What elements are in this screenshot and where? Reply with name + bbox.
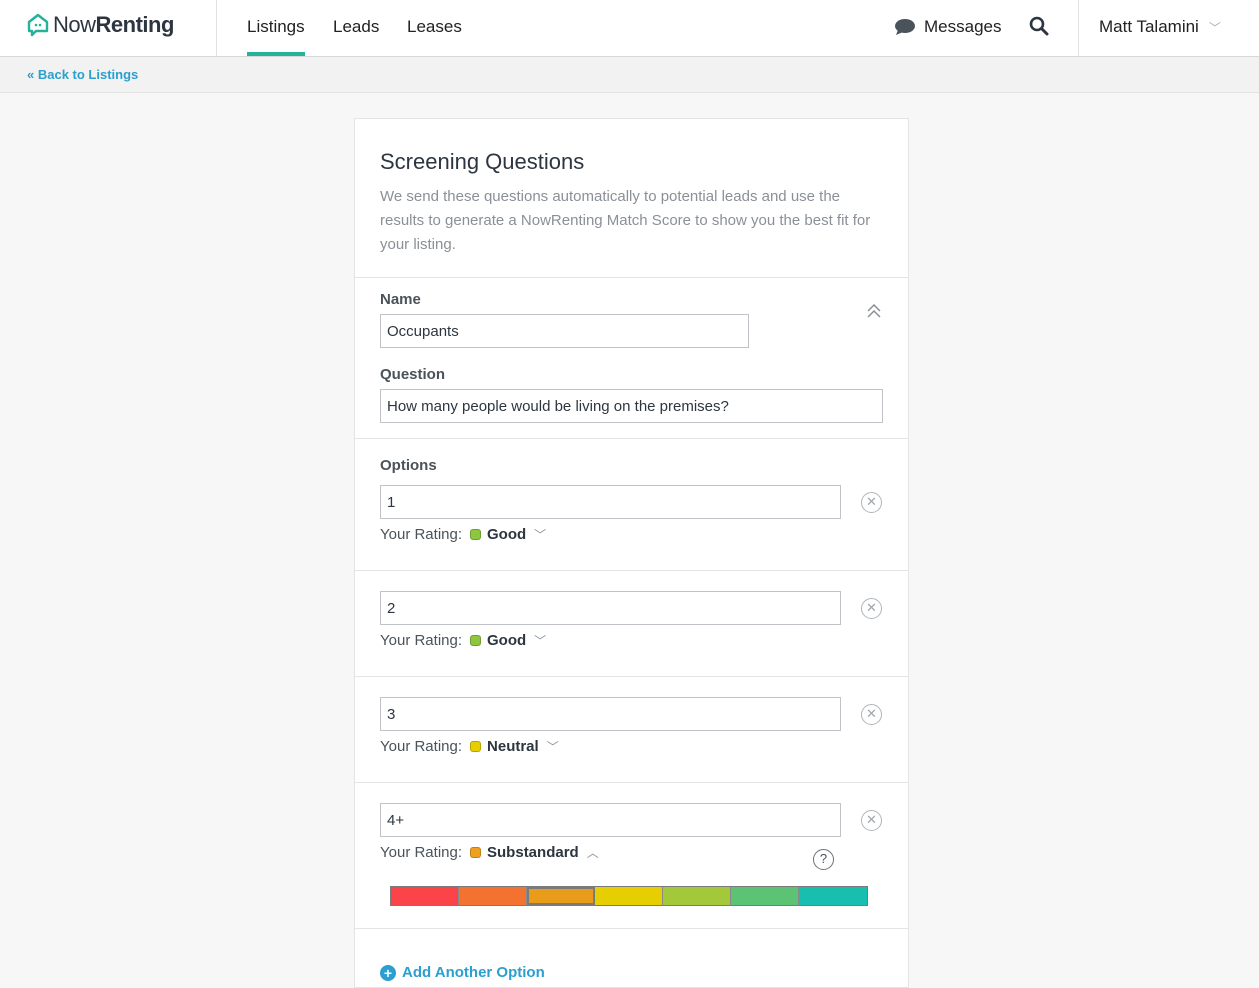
rating-dropdown[interactable]: Your Rating: Good ﹀ xyxy=(380,526,546,543)
rating-dropdown[interactable]: Your Rating: Neutral ﹀ xyxy=(380,738,559,755)
collapse-icon[interactable] xyxy=(867,304,881,318)
rating-color-dot xyxy=(470,847,482,858)
card-description: We send these questions automatically to… xyxy=(380,188,871,253)
scale-swatch-3-selected[interactable] xyxy=(527,887,595,905)
divider xyxy=(1078,0,1079,56)
add-option-label: Add Another Option xyxy=(402,964,545,981)
card-title: Screening Questions xyxy=(380,149,585,174)
back-to-listings-link[interactable]: « Back to Listings xyxy=(27,67,138,82)
chevron-down-icon: ﹀ xyxy=(546,740,559,754)
add-another-option-button[interactable]: + Add Another Option xyxy=(380,964,545,981)
rating-color-dot xyxy=(470,741,482,752)
nav-leases[interactable]: Leases xyxy=(407,17,462,37)
option-2: 2 ✕ Your Rating: Good ﹀ xyxy=(355,571,908,677)
logo-renting: Renting xyxy=(95,12,175,37)
rating-scale xyxy=(390,886,868,906)
scale-swatch-4[interactable] xyxy=(595,887,663,905)
rating-color-dot xyxy=(470,635,482,646)
top-header: Now Renting Listings Leads Leases Message… xyxy=(0,0,1259,57)
remove-option-icon[interactable]: ✕ xyxy=(861,492,882,513)
subnav: « Back to Listings xyxy=(0,57,1259,93)
rating-label: Your Rating: xyxy=(380,632,463,649)
rating-value: Substandard xyxy=(487,844,579,861)
screening-questions-card: Screening Questions We send these questi… xyxy=(354,118,909,988)
logo[interactable]: Now Renting xyxy=(27,12,174,38)
name-input[interactable]: Occupants xyxy=(380,314,749,348)
question-label: Question xyxy=(380,366,446,383)
remove-option-icon[interactable]: ✕ xyxy=(861,810,882,831)
option-input[interactable]: 2 xyxy=(380,591,841,625)
messages-label: Messages xyxy=(924,17,1002,36)
remove-option-icon[interactable]: ✕ xyxy=(861,598,882,619)
rating-color-dot xyxy=(470,529,482,540)
rating-label: Your Rating: xyxy=(380,738,463,755)
option-input[interactable]: 3 xyxy=(380,697,841,731)
nav-leads[interactable]: Leads xyxy=(333,17,379,37)
search-icon[interactable] xyxy=(1029,16,1049,36)
user-name: Matt Talamini xyxy=(1099,17,1199,36)
chevron-up-icon: ︿ xyxy=(586,846,599,860)
question-input[interactable]: How many people would be living on the p… xyxy=(380,389,883,423)
help-icon[interactable]: ? xyxy=(813,849,834,870)
name-label: Name xyxy=(380,291,421,308)
rating-label: Your Rating: xyxy=(380,526,463,543)
option-input[interactable]: 1 xyxy=(380,485,841,519)
chevron-down-icon: ﹀ xyxy=(1208,20,1221,35)
scale-swatch-7[interactable] xyxy=(799,887,867,905)
question-section: Name Occupants Question How many people … xyxy=(355,278,908,439)
card-header: Screening Questions We send these questi… xyxy=(355,119,908,278)
rating-dropdown[interactable]: Your Rating: Substandard ︿ xyxy=(380,844,599,861)
option-1: Options 1 ✕ Your Rating: Good ﹀ xyxy=(355,439,908,571)
divider xyxy=(216,0,217,56)
rating-dropdown[interactable]: Your Rating: Good ﹀ xyxy=(380,632,546,649)
rating-label: Your Rating: xyxy=(380,844,463,861)
chevron-down-icon: ﹀ xyxy=(534,528,547,542)
option-input[interactable]: 4+ xyxy=(380,803,841,837)
scale-swatch-6[interactable] xyxy=(731,887,799,905)
rating-value: Good xyxy=(487,526,527,543)
nav-listings[interactable]: Listings xyxy=(247,17,305,56)
remove-option-icon[interactable]: ✕ xyxy=(861,704,882,725)
options-label: Options xyxy=(380,457,437,474)
scale-swatch-2[interactable] xyxy=(459,887,527,905)
chevron-down-icon: ﹀ xyxy=(534,634,547,648)
scale-swatch-5[interactable] xyxy=(663,887,731,905)
plus-circle-icon: + xyxy=(380,964,396,981)
option-4: 4+ ✕ Your Rating: Substandard ︿ ? xyxy=(355,783,908,929)
chat-bubble-icon xyxy=(895,19,915,35)
logo-now: Now xyxy=(53,12,96,37)
rating-value: Good xyxy=(487,632,527,649)
option-3: 3 ✕ Your Rating: Neutral ﹀ xyxy=(355,677,908,783)
scale-swatch-1[interactable] xyxy=(391,887,459,905)
rating-value: Neutral xyxy=(487,738,539,755)
user-menu[interactable]: Matt Talamini ﹀ xyxy=(1099,17,1221,37)
house-chat-icon xyxy=(27,13,49,37)
messages-link[interactable]: Messages xyxy=(894,17,1001,37)
